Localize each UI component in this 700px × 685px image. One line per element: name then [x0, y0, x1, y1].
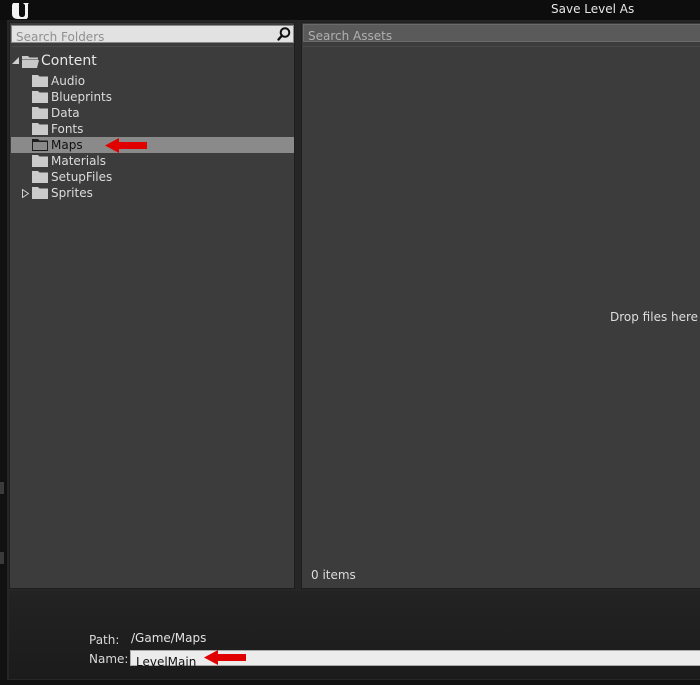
folder-icon [32, 171, 48, 183]
folder-panel-divider [12, 46, 293, 47]
folder-icon [32, 187, 48, 199]
asset-panel-divider [303, 46, 700, 47]
tree-item-data[interactable]: Data [11, 105, 294, 121]
tree-item-blueprints[interactable]: Blueprints [11, 89, 294, 105]
search-assets-box[interactable] [303, 24, 700, 44]
search-assets-input[interactable] [304, 28, 700, 44]
folder-icon [32, 139, 48, 151]
red-arrow-annotation-icon [105, 138, 147, 153]
tree-item-fonts[interactable]: Fonts [11, 121, 294, 137]
tree-item-sprites[interactable]: Sprites [11, 185, 294, 201]
tree-item-label: Fonts [51, 122, 84, 136]
search-folders-input[interactable] [12, 29, 293, 45]
tree-item-audio[interactable]: Audio [11, 73, 294, 89]
tree-item-label: SetupFiles [51, 170, 113, 184]
tree-item-label: Blueprints [51, 90, 113, 104]
background-editor-strip [0, 680, 700, 685]
unreal-logo-icon [12, 3, 29, 19]
folder-icon [32, 75, 48, 87]
magnifier-icon[interactable] [275, 26, 293, 42]
folder-icon [32, 107, 48, 119]
tree-item-setupfiles[interactable]: SetupFiles [11, 169, 294, 185]
collapsed-triangle-icon[interactable] [22, 189, 29, 198]
path-label: Path: [89, 633, 120, 647]
open-folder-icon [22, 56, 39, 68]
item-count-label: 0 items [311, 568, 356, 582]
tree-item-materials[interactable]: Materials [11, 153, 294, 169]
window-title: Save Level As [551, 2, 635, 16]
tree-item-label: Maps [51, 138, 83, 152]
tree-item-label: Data [51, 106, 80, 120]
folder-icon [32, 123, 48, 135]
tree-item-content[interactable]: Content [11, 53, 294, 70]
folder-icon [32, 155, 48, 167]
drop-files-hint: Drop files here or [610, 310, 700, 324]
title-bar: Save Level As [0, 0, 700, 20]
expanded-triangle-icon[interactable] [12, 57, 20, 65]
tree-item-label: Audio [51, 74, 86, 88]
red-arrow-annotation-icon [204, 650, 246, 665]
search-folders-box[interactable] [11, 25, 294, 45]
tree-item-label: Sprites [51, 186, 93, 200]
background-editor-edge [0, 20, 7, 685]
tree-item-maps[interactable]: Maps [11, 137, 294, 153]
name-label: Name: [89, 652, 129, 666]
tree-item-label: Materials [51, 154, 107, 168]
asset-view-panel[interactable] [301, 22, 700, 589]
folder-icon [32, 91, 48, 103]
path-value: /Game/Maps [131, 631, 207, 645]
tree-item-label: Content [41, 53, 97, 69]
